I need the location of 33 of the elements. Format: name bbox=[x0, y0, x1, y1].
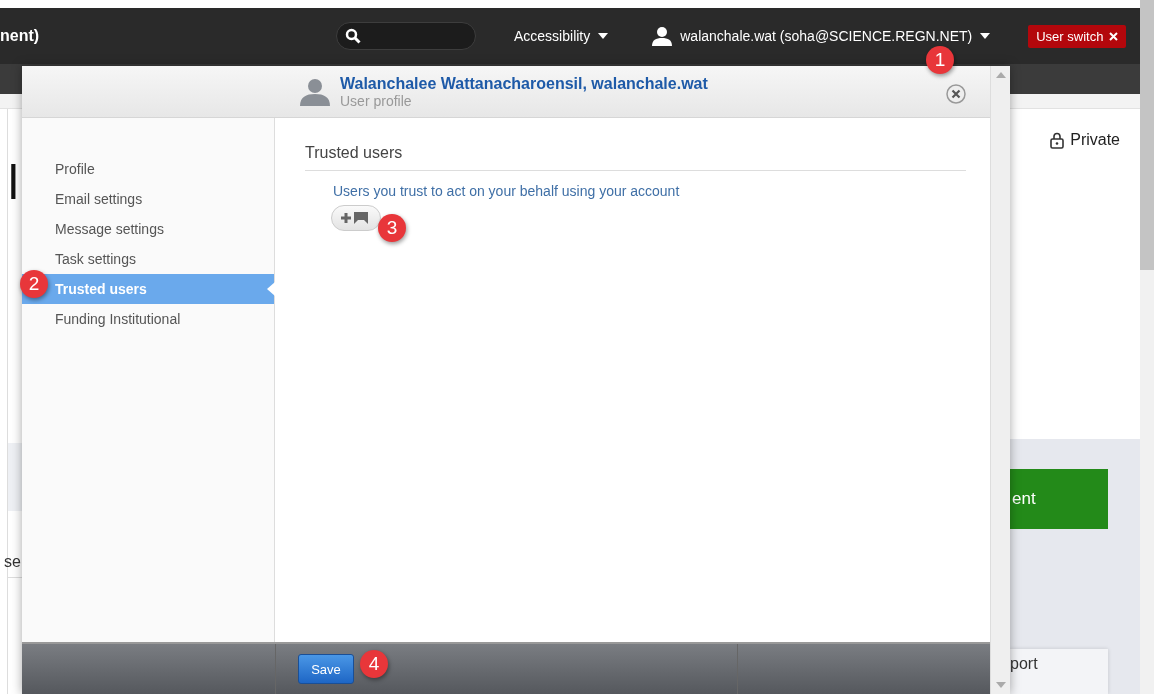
action-button[interactable]: ent bbox=[1010, 469, 1108, 529]
search-field[interactable] bbox=[336, 22, 476, 50]
nav-item[interactable]: Funding Institutional bbox=[22, 304, 274, 334]
caret-icon bbox=[598, 33, 609, 39]
nav-item[interactable]: Email settings bbox=[22, 184, 274, 214]
user-menu[interactable]: walanchale.wat (soha@SCIENCE.REGN.NET) bbox=[652, 26, 991, 46]
close-button[interactable] bbox=[946, 84, 966, 107]
privacy-label: Private bbox=[1070, 131, 1120, 149]
save-button[interactable]: Save bbox=[298, 654, 354, 684]
section-title: Trusted users bbox=[305, 144, 966, 171]
dialog-scrollbar[interactable] bbox=[990, 66, 1010, 694]
dialog-subtitle: User profile bbox=[340, 92, 413, 109]
dialog-title: Walanchalee Wattanacharoensil, walanchale.wat bbox=[340, 74, 708, 93]
support-card: port bbox=[1010, 649, 1108, 694]
add-user-icon bbox=[341, 211, 371, 225]
user-switch-button[interactable]: User switch bbox=[1028, 24, 1127, 48]
section-description: Users you trust to act on your behalf using your account bbox=[333, 183, 681, 199]
page-heading: l bbox=[8, 159, 20, 207]
site-title: nent) bbox=[0, 27, 41, 45]
caret-icon bbox=[980, 33, 991, 39]
add-user-button[interactable] bbox=[331, 205, 381, 231]
close-icon bbox=[1109, 31, 1119, 41]
up-arrow-icon bbox=[995, 72, 1006, 78]
close-icon bbox=[946, 84, 966, 104]
lock-icon bbox=[1050, 131, 1065, 149]
down-arrow-icon bbox=[995, 682, 1006, 688]
user-icon bbox=[652, 26, 673, 46]
nav-item[interactable]: Message settings bbox=[22, 214, 274, 244]
page-scrollbar[interactable] bbox=[1140, 0, 1154, 694]
user-icon bbox=[300, 77, 330, 106]
accessibility-menu[interactable]: Accessibility bbox=[514, 28, 609, 44]
search-icon bbox=[345, 28, 361, 44]
nav-item[interactable]: Profile bbox=[22, 154, 274, 184]
